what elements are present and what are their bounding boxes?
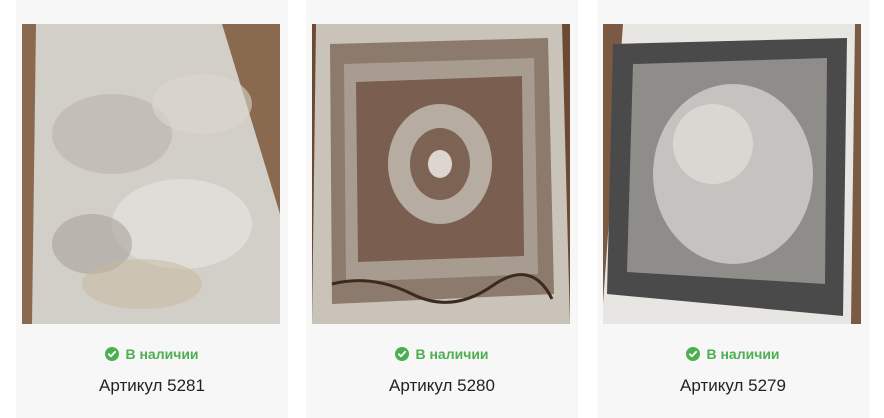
product-image-rug-abstract [22,24,280,324]
product-card[interactable]: В наличии Артикул 5280 [306,0,578,418]
product-image-link[interactable] [603,24,861,324]
check-circle-icon [686,347,701,361]
product-title-link[interactable]: Артикул 5281 [16,376,288,396]
check-circle-icon [105,347,120,361]
availability-label: В наличии [125,346,199,362]
availability-status: В наличии [16,346,288,362]
product-card[interactable]: В наличии Артикул 5281 [16,0,288,418]
availability-status: В наличии [597,346,869,362]
product-title-link[interactable]: Артикул 5279 [597,376,869,396]
availability-label: В наличии [706,346,780,362]
product-image-link[interactable] [312,24,570,324]
product-image-rug-medallion [312,24,570,324]
product-image-rug-vintage [603,24,861,324]
product-grid: В наличии Артикул 5281 В наличии Артикул… [0,0,884,418]
check-circle-icon [395,347,410,361]
availability-label: В наличии [415,346,489,362]
availability-status: В наличии [306,346,578,362]
product-image-link[interactable] [22,24,280,324]
product-title-link[interactable]: Артикул 5280 [306,376,578,396]
product-card[interactable]: В наличии Артикул 5279 [597,0,869,418]
